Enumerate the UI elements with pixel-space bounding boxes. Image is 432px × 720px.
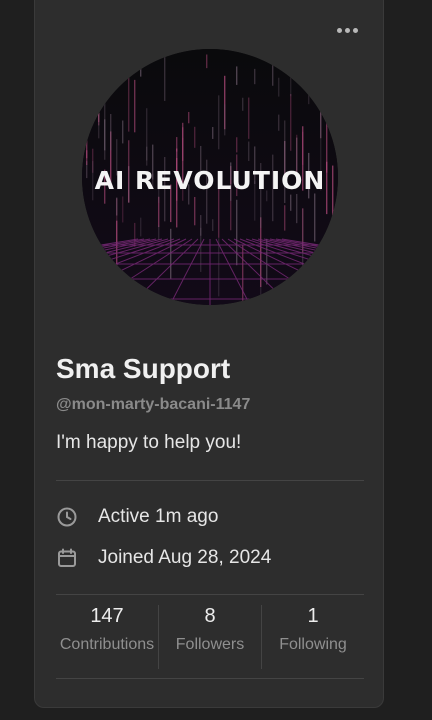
profile-name: Sma Support <box>56 353 231 384</box>
clock-icon <box>56 506 78 528</box>
stat-label: Following <box>279 636 347 653</box>
stats-bar: 147 Contributions 8 Followers 1 Followin… <box>56 605 364 669</box>
stat-label: Contributions <box>59 636 155 653</box>
joined-text: Joined Aug 28, 2024 <box>98 547 272 568</box>
joined-date: Joined Aug 28, 2024 <box>56 545 271 571</box>
stat-value: 1 <box>307 605 319 627</box>
divider <box>56 594 364 595</box>
divider <box>56 678 364 679</box>
stat-value: 147 <box>90 605 124 627</box>
stat-value: 8 <box>204 605 216 627</box>
active-status: Active 1m ago <box>56 504 218 530</box>
stat-contributions[interactable]: 147 Contributions <box>56 605 158 669</box>
avatar: AI REVOLUTION <box>82 49 338 305</box>
divider <box>56 480 364 481</box>
avatar-title: AI REVOLUTION <box>95 166 326 195</box>
more-options-button[interactable] <box>325 15 369 45</box>
more-icon <box>336 27 342 33</box>
active-text: Active 1m ago <box>98 506 219 527</box>
calendar-icon <box>56 547 78 569</box>
grid-graphic <box>82 238 338 305</box>
stat-followers[interactable]: 8 Followers <box>158 605 261 669</box>
profile-bio: I'm happy to help you! <box>56 432 242 453</box>
profile-handle: @mon-marty-bacani-1147 <box>56 396 251 413</box>
profile-card: AI REVOLUTION Sma Support @mon-marty-bac… <box>34 0 384 708</box>
stat-label: Followers <box>175 636 245 653</box>
stat-following[interactable]: 1 Following <box>261 605 364 669</box>
